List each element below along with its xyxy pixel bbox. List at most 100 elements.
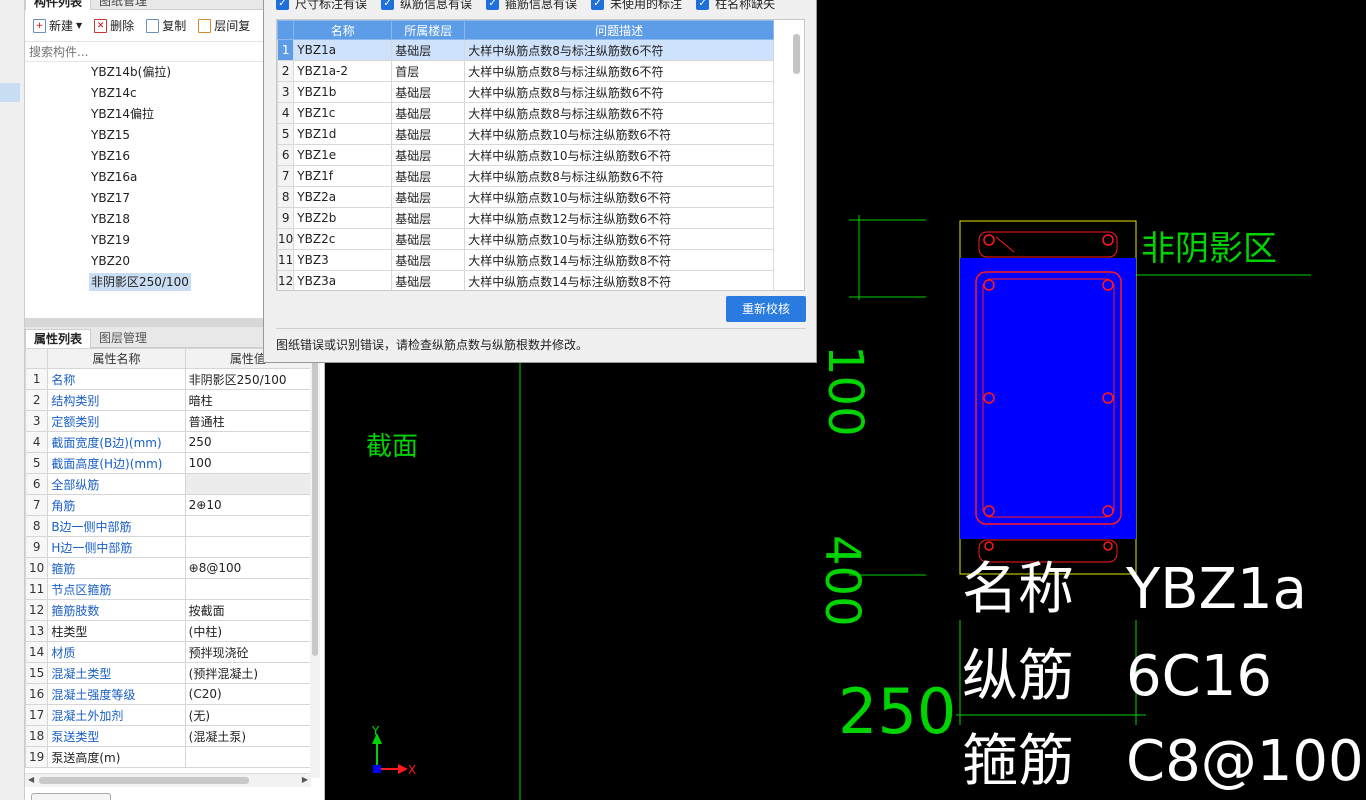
property-name: 混凝土类型	[47, 662, 186, 684]
property-row[interactable]: 12 箍筋肢数 按截面	[24, 599, 312, 621]
issue-description: 大样中纵筋点数14与标注纵筋数8不符	[464, 270, 774, 290]
scroll-right-icon[interactable]: ▶	[302, 775, 308, 784]
property-value[interactable]	[184, 536, 312, 558]
issue-floor: 基础层	[391, 39, 466, 61]
filter-checkbox[interactable]: ✓ 箍筋信息有误	[486, 0, 577, 12]
scroll-left-icon[interactable]: ◀	[28, 775, 34, 784]
name-value: YBZ1a	[1125, 557, 1307, 622]
issue-row[interactable]: 9 YBZ2b 基础层 大样中纵筋点数12与标注纵筋数6不符	[277, 207, 774, 229]
property-row[interactable]: 7 角筋 2⊕10	[24, 494, 312, 516]
property-value[interactable]: (混凝土泵)	[184, 725, 312, 747]
filter-checkbox[interactable]: ✓ 尺寸标注有误	[276, 0, 367, 12]
property-row[interactable]: 10 箍筋 ⊕8@100	[24, 557, 312, 579]
label-stirrup: 箍筋	[962, 729, 1074, 794]
filter-checkbox[interactable]: ✓ 纵筋信息有误	[381, 0, 472, 12]
issue-description: 大样中纵筋点数8与标注纵筋数6不符	[464, 165, 774, 187]
property-row[interactable]: 14 材质 预拌现浇砼	[24, 641, 312, 663]
checkbox-checked-icon[interactable]: ✓	[276, 0, 289, 10]
column-fill	[960, 258, 1136, 539]
issue-description: 大样中纵筋点数12与标注纵筋数6不符	[464, 207, 774, 229]
tab-property-list[interactable]: 属性列表	[25, 329, 92, 348]
property-value[interactable]: ⊕8@100	[184, 557, 312, 579]
issue-row[interactable]: 3 YBZ1b 基础层 大样中纵筋点数8与标注纵筋数6不符	[277, 81, 774, 103]
property-value[interactable]: 250	[184, 431, 312, 453]
issue-name: YBZ1c	[293, 102, 393, 124]
left-nav-selected[interactable]	[0, 83, 20, 102]
issue-description: 大样中纵筋点数8与标注纵筋数6不符	[464, 102, 774, 124]
property-row[interactable]: 8 B边一侧中部筋	[24, 515, 312, 537]
property-value[interactable]: 预拌现浇砼	[184, 641, 312, 663]
issue-row[interactable]: 1 YBZ1a 基础层 大样中纵筋点数8与标注纵筋数6不符	[277, 39, 774, 61]
property-row[interactable]: 4 截面宽度(B边)(mm) 250	[24, 431, 312, 453]
property-value[interactable]: (中柱)	[184, 620, 312, 642]
issue-description: 大样中纵筋点数8与标注纵筋数6不符	[464, 60, 774, 82]
issue-row[interactable]: 4 YBZ1c 基础层 大样中纵筋点数8与标注纵筋数6不符	[277, 102, 774, 124]
property-value[interactable]: 按截面	[184, 599, 312, 621]
dim-400: 400	[814, 535, 870, 627]
copy-button[interactable]: 复制	[142, 15, 190, 36]
issue-name: YBZ1b	[293, 81, 393, 103]
property-row[interactable]: 19 泵送高度(m)	[24, 746, 312, 768]
property-value[interactable]	[184, 515, 312, 537]
tab-component-list[interactable]: 构件列表	[25, 0, 92, 10]
delete-button[interactable]: ✕ 删除	[90, 15, 138, 36]
issues-scrollbar[interactable]	[774, 20, 804, 290]
new-button[interactable]: + 新建 ▼	[29, 15, 86, 36]
property-value[interactable]	[184, 473, 312, 495]
property-value[interactable]: 2⊕10	[184, 494, 312, 516]
property-row[interactable]: 9 H边一侧中部筋	[24, 536, 312, 558]
filter-label: 箍筋信息有误	[505, 0, 578, 11]
issue-row[interactable]: 12 YBZ3a 基础层 大样中纵筋点数14与标注纵筋数8不符	[277, 270, 774, 290]
properties-vertical-scrollbar[interactable]	[310, 348, 320, 778]
property-value[interactable]: (预拌混凝土)	[184, 662, 312, 684]
property-row[interactable]: 1 名称 非阴影区250/100	[24, 368, 312, 390]
property-row[interactable]: 11 节点区箍筋	[24, 578, 312, 600]
issue-row[interactable]: 7 YBZ1f 基础层 大样中纵筋点数8与标注纵筋数6不符	[277, 165, 774, 187]
properties-horizontal-scrollbar[interactable]: ◀ ▶	[25, 773, 311, 787]
property-row[interactable]: 13 柱类型 (中柱)	[24, 620, 312, 642]
recheck-button[interactable]: 重新校核	[726, 296, 806, 322]
row-number: 5	[24, 452, 49, 474]
issue-row[interactable]: 11 YBZ3 基础层 大样中纵筋点数14与标注纵筋数8不符	[277, 249, 774, 271]
tab-layer-management[interactable]: 图层管理	[91, 329, 155, 348]
floor-copy-button[interactable]: 层间复	[194, 15, 254, 36]
checkbox-checked-icon[interactable]: ✓	[696, 0, 710, 10]
filter-checkbox[interactable]: ✓ 柱名称缺失	[696, 0, 775, 12]
property-value[interactable]: 暗柱	[184, 389, 312, 411]
property-value[interactable]: 100	[184, 452, 312, 474]
bottom-tab-button[interactable]	[31, 793, 111, 800]
property-value[interactable]	[184, 578, 312, 600]
col-property-name: 属性名称	[47, 348, 186, 369]
issue-row[interactable]: 10 YBZ2c 基础层 大样中纵筋点数10与标注纵筋数6不符	[277, 228, 774, 250]
issue-description: 大样中纵筋点数10与标注纵筋数6不符	[464, 123, 774, 145]
issue-row[interactable]: 5 YBZ1d 基础层 大样中纵筋点数10与标注纵筋数6不符	[277, 123, 774, 145]
property-row[interactable]: 5 截面高度(H边)(mm) 100	[24, 452, 312, 474]
property-value[interactable]	[184, 746, 312, 768]
property-value[interactable]: (无)	[184, 704, 312, 726]
property-row[interactable]: 17 混凝土外加剂 (无)	[24, 704, 312, 726]
issue-floor: 基础层	[391, 102, 466, 124]
filter-checkbox[interactable]: ✓ 未使用的标注	[591, 0, 682, 12]
property-name: 柱类型	[47, 620, 186, 642]
issue-row[interactable]: 6 YBZ1e 基础层 大样中纵筋点数10与标注纵筋数6不符	[277, 144, 774, 166]
chevron-down-icon[interactable]: ▼	[76, 21, 82, 30]
property-value[interactable]: 普通柱	[184, 410, 312, 432]
issue-floor: 基础层	[391, 144, 466, 166]
property-row[interactable]: 3 定额类别 普通柱	[24, 410, 312, 432]
issue-row[interactable]: 8 YBZ2a 基础层 大样中纵筋点数10与标注纵筋数6不符	[277, 186, 774, 208]
checkbox-checked-icon[interactable]: ✓	[381, 0, 395, 10]
property-value[interactable]: (C20)	[184, 683, 312, 705]
issue-description: 大样中纵筋点数10与标注纵筋数6不符	[464, 228, 774, 250]
checkbox-checked-icon[interactable]: ✓	[486, 0, 500, 10]
tab-drawing-management[interactable]: 图纸管理	[91, 0, 155, 10]
property-row[interactable]: 18 泵送类型 (混凝土泵)	[24, 725, 312, 747]
property-row[interactable]: 15 混凝土类型 (预拌混凝土)	[24, 662, 312, 684]
property-row[interactable]: 2 结构类别 暗柱	[24, 389, 312, 411]
property-row[interactable]: 6 全部纵筋	[24, 473, 312, 495]
row-number: 14	[24, 641, 49, 663]
property-value[interactable]: 非阴影区250/100	[184, 368, 312, 390]
property-row[interactable]: 16 混凝土强度等级 (C20)	[24, 683, 312, 705]
issue-floor: 基础层	[391, 270, 466, 290]
issue-row[interactable]: 2 YBZ1a-2 首层 大样中纵筋点数8与标注纵筋数6不符	[277, 60, 774, 82]
checkbox-checked-icon[interactable]: ✓	[591, 0, 605, 10]
